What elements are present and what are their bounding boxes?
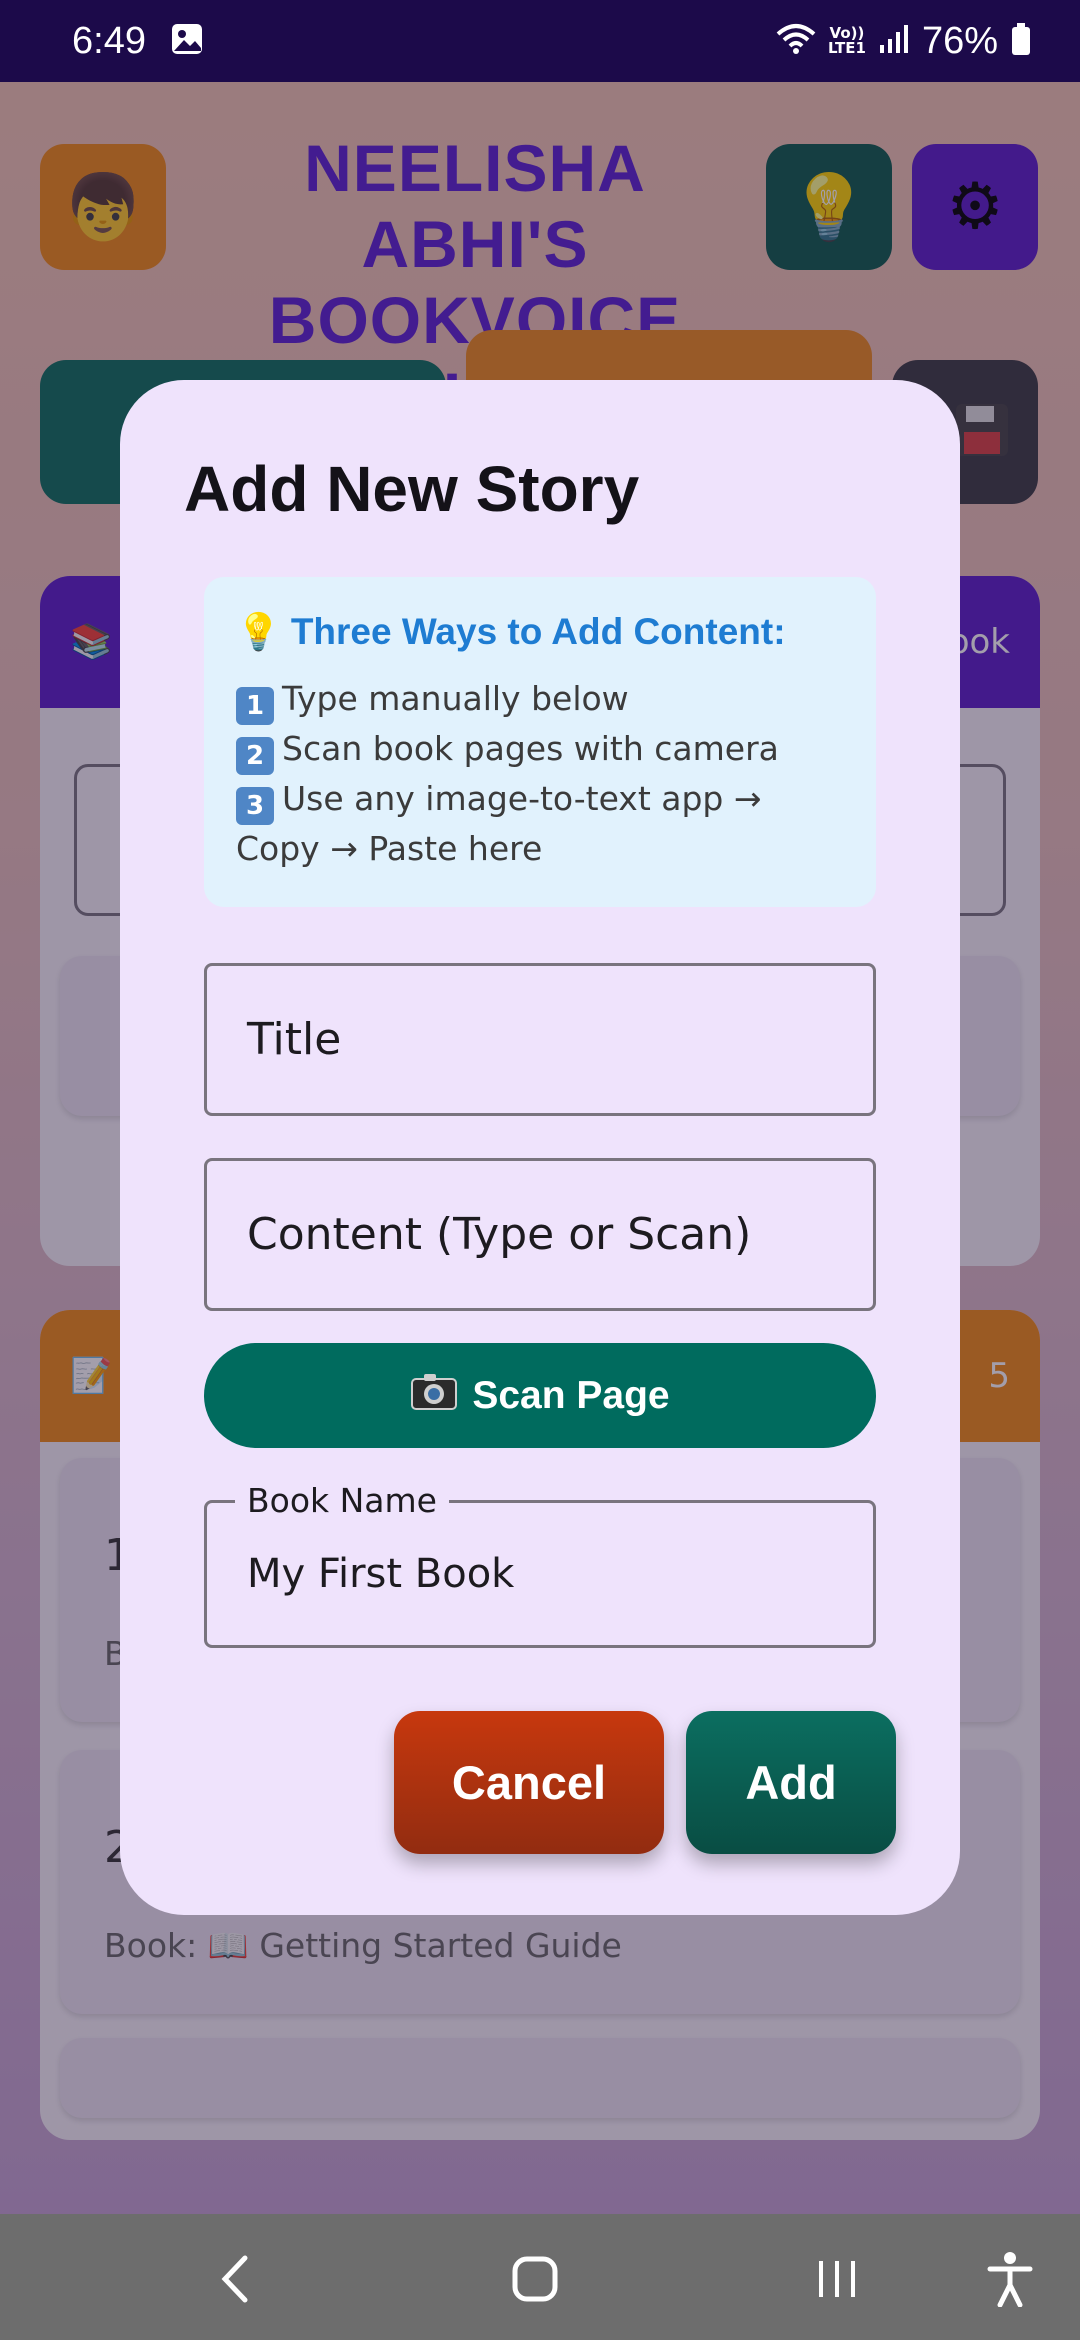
- battery-percent: 76%: [921, 19, 998, 62]
- info-lines: 1 Type manually below 2 Scan book pages wi…: [236, 675, 844, 872]
- add-story-dialog: Add New Story 💡 Three Ways to Add Conten…: [120, 380, 960, 1915]
- battery-icon: [1010, 22, 1032, 60]
- info-box: 💡 Three Ways to Add Content: 1 Type manua…: [204, 577, 876, 907]
- title-input[interactable]: Title: [204, 963, 876, 1116]
- status-bar: 6:49 Vo)) LTE1 76%: [0, 0, 1080, 82]
- recent-apps-icon[interactable]: [802, 2246, 872, 2312]
- cancel-button[interactable]: Cancel: [394, 1711, 664, 1854]
- wifi-icon: [776, 22, 816, 60]
- keycap-number-icon: 2: [236, 737, 274, 775]
- dialog-title: Add New Story: [184, 453, 640, 525]
- navigation-bar: [0, 2214, 1080, 2340]
- book-name-field[interactable]: Book Name My First Book: [204, 1481, 876, 1648]
- info-line: 1 Type manually below: [236, 675, 844, 725]
- accessibility-icon[interactable]: [975, 2246, 1045, 2312]
- title-placeholder: Title: [247, 1014, 342, 1065]
- home-icon[interactable]: [500, 2246, 570, 2312]
- add-label: Add: [745, 1756, 837, 1809]
- book-name-label: Book Name: [235, 1481, 449, 1520]
- info-line-text: Scan book pages with camera: [282, 729, 779, 768]
- cancel-label: Cancel: [451, 1756, 607, 1809]
- gallery-notification-icon: [170, 22, 204, 60]
- camera-icon: [410, 1371, 458, 1421]
- add-button[interactable]: Add: [686, 1711, 896, 1854]
- keycap-number-icon: 1: [236, 687, 274, 725]
- scan-page-button[interactable]: Scan Page: [204, 1343, 876, 1448]
- info-line: 2 Scan book pages with camera: [236, 725, 844, 775]
- info-line: 3 Use any image-to-text app → Copy → Past…: [236, 775, 844, 872]
- info-line-text: Use any image-to-text app → Copy → Paste…: [236, 779, 762, 868]
- scan-page-label: Scan Page: [472, 1373, 670, 1417]
- content-placeholder: Content (Type or Scan): [247, 1209, 752, 1260]
- lightbulb-icon: 💡: [236, 612, 281, 653]
- content-input[interactable]: Content (Type or Scan): [204, 1158, 876, 1311]
- status-time: 6:49: [72, 19, 146, 62]
- keycap-number-icon: 3: [236, 787, 274, 825]
- back-icon[interactable]: [200, 2246, 270, 2312]
- volte-line-2: LTE1: [827, 39, 866, 57]
- info-line-text: Type manually below: [282, 679, 629, 718]
- book-name-value: My First Book: [247, 1551, 515, 1597]
- signal-icon: [878, 23, 910, 59]
- info-title: Three Ways to Add Content:: [290, 611, 786, 652]
- volte-icon: Vo)) LTE1: [828, 26, 866, 56]
